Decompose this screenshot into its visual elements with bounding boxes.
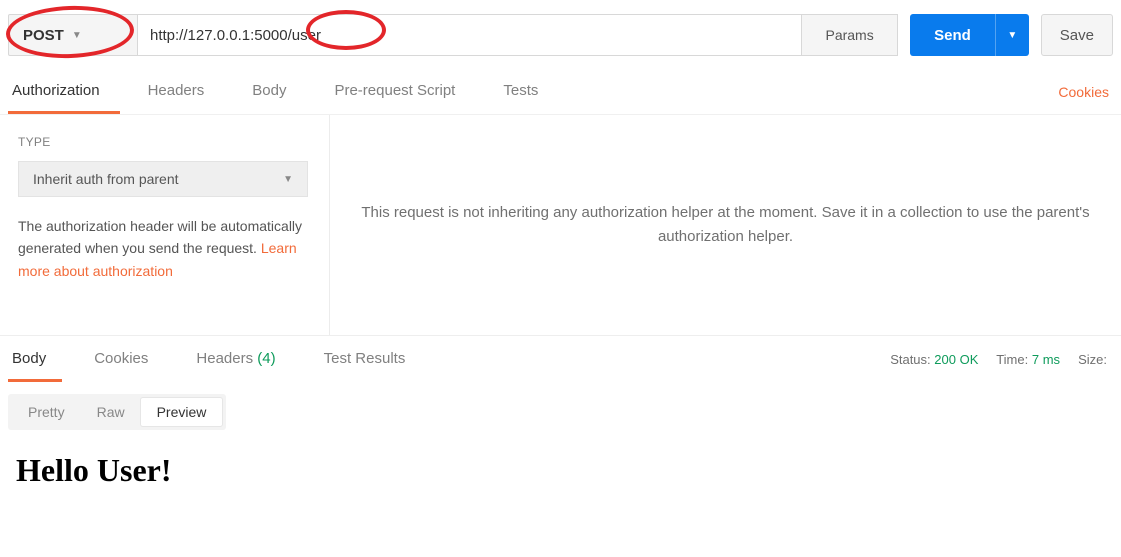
response-tabs: Body Cookies Headers (4) Test Results St… [0, 335, 1121, 382]
caret-down-icon: ▼ [72, 30, 82, 41]
http-method-value: POST [23, 27, 64, 44]
caret-down-icon: ▼ [283, 174, 293, 185]
caret-down-icon: ▼ [1007, 30, 1017, 41]
tab-tests[interactable]: Tests [499, 70, 558, 114]
tab-body[interactable]: Body [248, 70, 306, 114]
status-value: 200 OK [934, 352, 978, 367]
save-button[interactable]: Save [1041, 14, 1113, 56]
response-tab-body[interactable]: Body [8, 336, 62, 382]
headers-count: (4) [257, 350, 275, 367]
response-view-toggle: Pretty Raw Preview [0, 382, 1121, 442]
request-tabs: Authorization Headers Body Pre-request S… [0, 70, 1121, 115]
auth-type-select[interactable]: Inherit auth from parent ▼ [18, 161, 308, 197]
status-label: Status: [890, 352, 930, 367]
auth-left-pane: TYPE Inherit auth from parent ▼ The auth… [0, 115, 330, 335]
tab-prerequest-script[interactable]: Pre-request Script [330, 70, 475, 114]
response-tab-cookies[interactable]: Cookies [90, 336, 164, 382]
response-tab-headers-label: Headers [196, 350, 253, 367]
tab-headers[interactable]: Headers [144, 70, 225, 114]
auth-help-sentence: The authorization header will be automat… [18, 218, 302, 256]
preview-heading: Hello User! [16, 452, 1105, 489]
view-raw[interactable]: Raw [81, 398, 141, 426]
response-preview: Hello User! [0, 442, 1121, 499]
auth-right-pane: This request is not inheriting any autho… [330, 115, 1121, 335]
auth-help-text: The authorization header will be automat… [18, 215, 311, 282]
view-pretty[interactable]: Pretty [12, 398, 81, 426]
send-button[interactable]: Send [910, 14, 995, 56]
auth-type-label: TYPE [18, 135, 311, 149]
size-label: Size: [1078, 352, 1107, 367]
response-tab-test-results[interactable]: Test Results [320, 336, 422, 382]
auth-inherit-message: This request is not inheriting any autho… [360, 201, 1091, 249]
time-label: Time: [996, 352, 1028, 367]
params-button[interactable]: Params [802, 14, 898, 56]
response-meta: Status: 200 OK Time: 7 ms Size: [890, 352, 1113, 367]
url-input[interactable] [138, 14, 802, 56]
request-bar: POST ▼ Params Send ▼ Save [0, 0, 1121, 70]
response-tab-headers[interactable]: Headers (4) [192, 336, 291, 382]
cookies-link[interactable]: Cookies [1054, 72, 1113, 112]
time-value: 7 ms [1032, 352, 1060, 367]
auth-type-value: Inherit auth from parent [33, 171, 179, 187]
tab-authorization[interactable]: Authorization [8, 70, 120, 114]
authorization-panel: TYPE Inherit auth from parent ▼ The auth… [0, 115, 1121, 335]
http-method-select[interactable]: POST ▼ [8, 14, 138, 56]
view-preview[interactable]: Preview [141, 398, 223, 426]
send-options-button[interactable]: ▼ [995, 14, 1029, 56]
